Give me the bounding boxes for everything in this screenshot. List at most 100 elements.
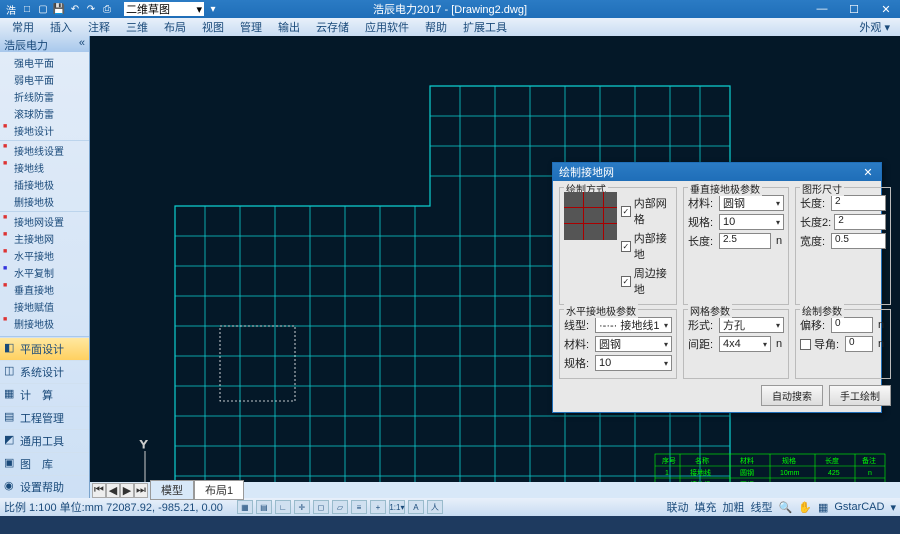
dialog-close-button[interactable]: ✕ xyxy=(861,166,875,179)
anno2-icon[interactable]: 人 xyxy=(427,500,443,514)
combo-h-spec[interactable]: 10▾ xyxy=(595,355,672,371)
input-size-len2[interactable]: 2 xyxy=(834,214,886,230)
pan-icon[interactable]: ✋ xyxy=(798,501,812,514)
nav-settings-help[interactable]: ◉设置帮助 xyxy=(0,475,89,498)
sidebar-item[interactable]: 删接地极 xyxy=(0,315,89,332)
snap-icon[interactable]: ▦ xyxy=(237,500,253,514)
tab-last-icon[interactable]: ⏭ xyxy=(134,483,148,498)
grid-icon[interactable]: ▤ xyxy=(256,500,272,514)
dialog-titlebar[interactable]: 绘制接地网 ✕ xyxy=(553,163,881,181)
input-size-width[interactable]: 0.5 xyxy=(831,233,886,249)
tab-layout1[interactable]: 布局1 xyxy=(194,480,244,500)
tab-prev-icon[interactable]: ◀ xyxy=(106,483,120,498)
toggle-bold[interactable]: 加粗 xyxy=(723,499,745,515)
nav-plane-design[interactable]: ◧平面设计 xyxy=(0,337,89,360)
combo-v-material[interactable]: 圆钢▾ xyxy=(719,195,784,211)
open-icon[interactable]: ▢ xyxy=(36,2,50,16)
menu-cloud[interactable]: 云存储 xyxy=(308,19,357,35)
nav-library[interactable]: ▣图 库 xyxy=(0,452,89,475)
fieldset-gridparam: 网格参数 形式:方孔▾ 间距:4x4▾n xyxy=(683,309,789,379)
chk-chamfer[interactable] xyxy=(800,339,811,350)
zoom-icon[interactable]: 🔍 xyxy=(779,501,793,514)
nav-project[interactable]: ▤工程管理 xyxy=(0,406,89,429)
undo-icon[interactable]: ↶ xyxy=(68,2,82,16)
input-offset[interactable]: 0 xyxy=(831,317,873,333)
menu-layout[interactable]: 布局 xyxy=(156,19,194,35)
sidebar-item[interactable]: 插接地极 xyxy=(0,176,89,193)
manual-draw-button[interactable]: 手工绘制 xyxy=(829,385,891,406)
combo-grid-spacing[interactable]: 4x4▾ xyxy=(719,336,771,352)
layer-combo[interactable]: 二维草图 ▾ xyxy=(124,2,204,16)
menu-3d[interactable]: 三维 xyxy=(118,19,156,35)
sidebar-item[interactable]: 水平接地 xyxy=(0,247,89,264)
sidebar-collapse-icon[interactable]: « xyxy=(79,37,85,51)
sidebar-item[interactable]: 水平复制 xyxy=(0,264,89,281)
menu-manage[interactable]: 管理 xyxy=(232,19,270,35)
minimize-button[interactable]: — xyxy=(812,3,832,16)
close-button[interactable]: ✕ xyxy=(876,3,896,16)
osnap-icon[interactable]: ◻ xyxy=(313,500,329,514)
input-v-length[interactable]: 2.5 xyxy=(719,233,771,249)
anno-icon[interactable]: A xyxy=(408,500,424,514)
tab-model[interactable]: 模型 xyxy=(150,480,194,500)
input-chamfer[interactable]: 0 xyxy=(845,336,873,352)
combo-h-material[interactable]: 圆钢▾ xyxy=(595,336,672,352)
sidebar-item[interactable]: 材料统计 xyxy=(0,332,89,336)
new-icon[interactable]: □ xyxy=(20,2,34,16)
sidebar-item[interactable]: 弱电平面 xyxy=(0,71,89,88)
nav-calculate[interactable]: ▦计 算 xyxy=(0,383,89,406)
menu-extend[interactable]: 扩展工具 xyxy=(455,19,515,35)
sidebar-item[interactable]: 强电平面 xyxy=(0,54,89,71)
save-icon[interactable]: 💾 xyxy=(52,2,66,16)
chk-inner-grid[interactable]: ✓ xyxy=(621,206,631,217)
menu-view[interactable]: 视图 xyxy=(194,19,232,35)
more-icon[interactable]: ▾ xyxy=(206,2,220,16)
nav-system-design[interactable]: ◫系统设计 xyxy=(0,360,89,383)
sidebar-item[interactable]: 删接地极 xyxy=(0,193,89,210)
toggle-linetype[interactable]: 线型 xyxy=(751,499,773,515)
sidebar-item[interactable]: 折线防雷 xyxy=(0,88,89,105)
grid-preview[interactable] xyxy=(564,192,617,240)
tab-first-icon[interactable]: ⏮ xyxy=(92,483,106,498)
sidebar-item[interactable]: 垂直接地 xyxy=(0,281,89,298)
sidebar-item[interactable]: 接地设计 xyxy=(0,122,89,139)
tab-next-icon[interactable]: ▶ xyxy=(120,483,134,498)
lweight-icon[interactable]: ≡ xyxy=(351,500,367,514)
dyn-icon[interactable]: + xyxy=(370,500,386,514)
toggle-fill[interactable]: 填充 xyxy=(695,499,717,515)
redo-icon[interactable]: ↷ xyxy=(84,2,98,16)
menu-help[interactable]: 帮助 xyxy=(417,19,455,35)
menu-apps[interactable]: 应用软件 xyxy=(357,19,417,35)
auto-search-button[interactable]: 自动搜索 xyxy=(761,385,823,406)
maximize-button[interactable]: ☐ xyxy=(844,3,864,16)
layers-icon[interactable]: ▦ xyxy=(818,501,828,514)
menu-insert[interactable]: 插入 xyxy=(42,19,80,35)
app-icon[interactable]: 浩 xyxy=(4,2,18,16)
nav-tools[interactable]: ◩通用工具 xyxy=(0,429,89,452)
menu-common[interactable]: 常用 xyxy=(4,19,42,35)
input-size-len[interactable]: 2 xyxy=(831,195,886,211)
combo-v-spec[interactable]: 10▾ xyxy=(719,214,784,230)
sidebar-bottom-nav: ◧平面设计 ◫系统设计 ▦计 算 ▤工程管理 ◩通用工具 ▣图 库 ◉设置帮助 xyxy=(0,336,89,498)
appearance-menu[interactable]: 外观 ▾ xyxy=(853,19,896,35)
combo-grid-form[interactable]: 方孔▾ xyxy=(719,317,784,333)
menu-output[interactable]: 输出 xyxy=(270,19,308,35)
sidebar-item[interactable]: 滚球防雷 xyxy=(0,105,89,122)
ortho-icon[interactable]: ∟ xyxy=(275,500,291,514)
expand-icon[interactable]: ▾ xyxy=(890,501,896,514)
polar-icon[interactable]: ✛ xyxy=(294,500,310,514)
sidebar-item[interactable]: 主接地网 xyxy=(0,230,89,247)
otrack-icon[interactable]: ▱ xyxy=(332,500,348,514)
sidebar-item[interactable]: 接地线设置 xyxy=(0,142,89,159)
sidebar-item[interactable]: 接地线 xyxy=(0,159,89,176)
scale-icon[interactable]: 1:1▾ xyxy=(389,500,405,514)
menu-annotate[interactable]: 注释 xyxy=(80,19,118,35)
toggle-link[interactable]: 联动 xyxy=(667,499,689,515)
chk-inner-ground[interactable]: ✓ xyxy=(621,241,631,252)
sidebar-item[interactable]: 接地赋值 xyxy=(0,298,89,315)
sidebar-tree[interactable]: 强电平面 弱电平面 折线防雷 滚球防雷 接地设计 接地线设置 接地线 插接地极 … xyxy=(0,52,89,336)
chk-perimeter[interactable]: ✓ xyxy=(621,276,631,287)
combo-h-style[interactable]: ·-·-· 接地线1▾ xyxy=(595,317,672,333)
print-icon[interactable]: ⎙ xyxy=(100,2,114,16)
sidebar-item[interactable]: 接地网设置 xyxy=(0,213,89,230)
